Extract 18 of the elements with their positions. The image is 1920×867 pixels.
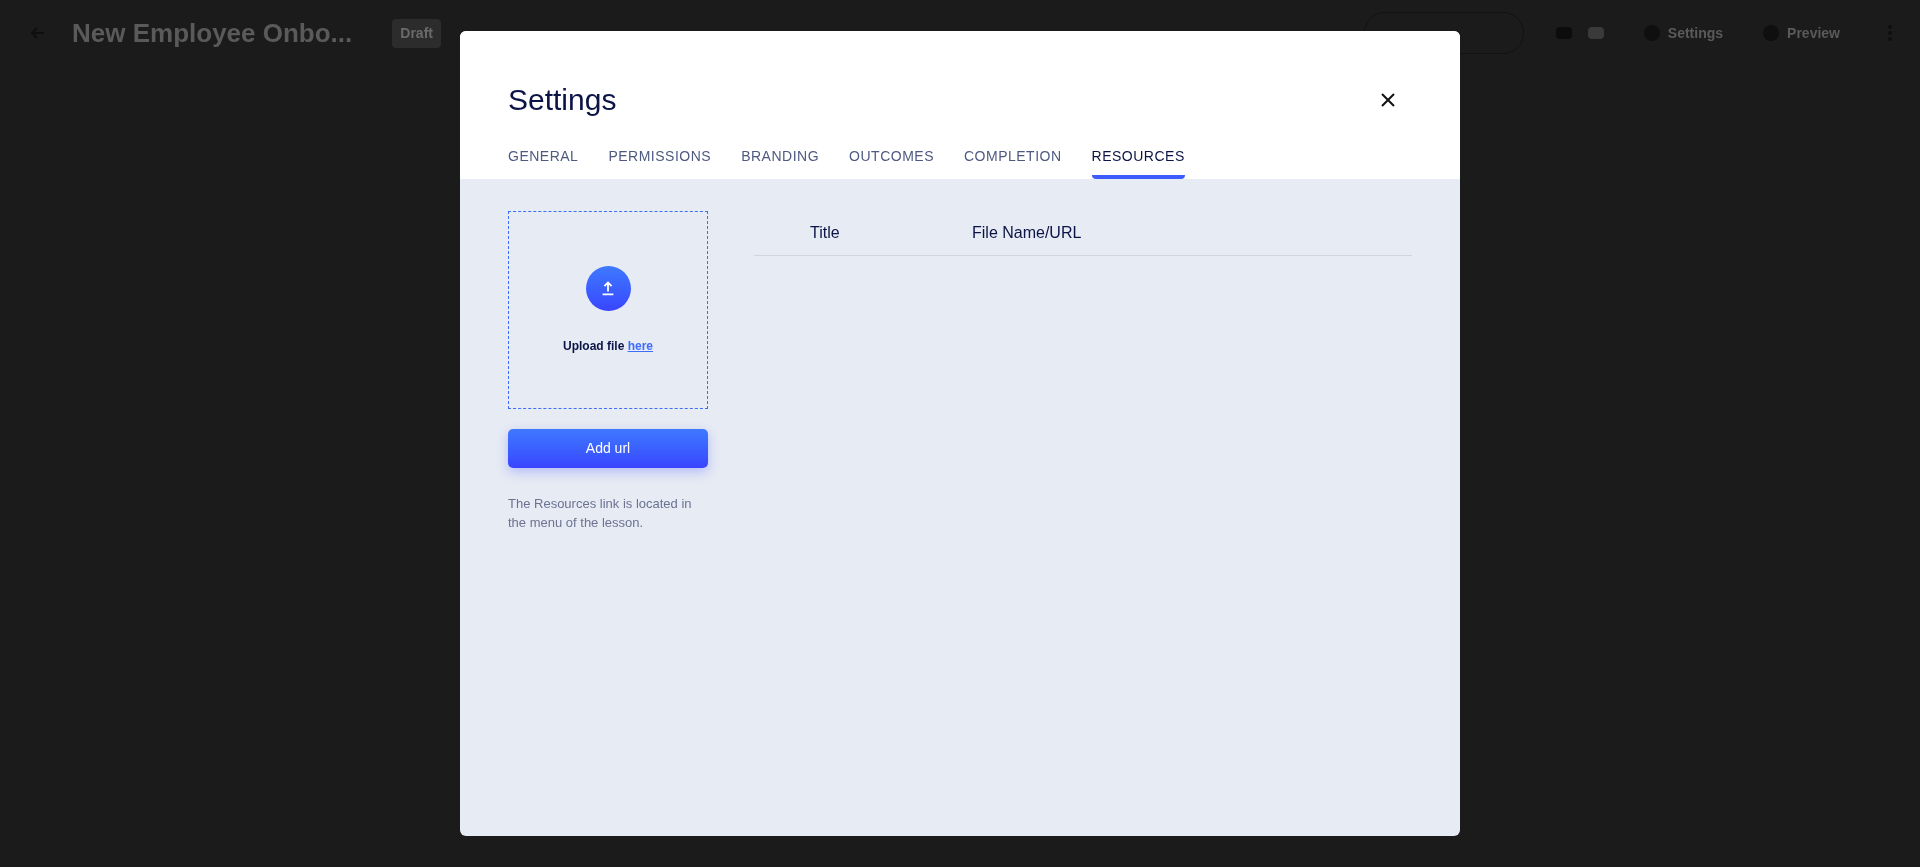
upload-icon[interactable] bbox=[585, 265, 631, 311]
column-header: File Name/URL bbox=[972, 223, 1082, 243]
column-header: Title bbox=[809, 223, 841, 243]
dialog-title: Settings bbox=[508, 82, 617, 118]
upload-dropzone[interactable]: Upload file here bbox=[508, 211, 708, 409]
status-badge: Draft bbox=[392, 18, 441, 48]
settings-tab[interactable]: COMPLETION bbox=[963, 146, 1062, 179]
settings-tab[interactable]: RESOURCES bbox=[1091, 146, 1185, 179]
hint-text: The Resources link is located in the menu of the lesson. bbox=[508, 495, 693, 532]
settings-tab[interactable]: PERMISSIONS bbox=[608, 146, 712, 179]
settings-tab[interactable]: GENERAL bbox=[508, 146, 579, 179]
page-title: New Employee Onbo... bbox=[72, 16, 353, 50]
upload-text: Upload file here bbox=[562, 337, 653, 355]
settings-tab[interactable]: BRANDING bbox=[741, 146, 820, 179]
add-url-button[interactable]: Add url bbox=[508, 429, 708, 468]
settings-tab[interactable]: OUTCOMES bbox=[849, 146, 934, 179]
upload-link[interactable]: here bbox=[627, 338, 653, 353]
mobile-view-icon[interactable] bbox=[1587, 27, 1604, 39]
